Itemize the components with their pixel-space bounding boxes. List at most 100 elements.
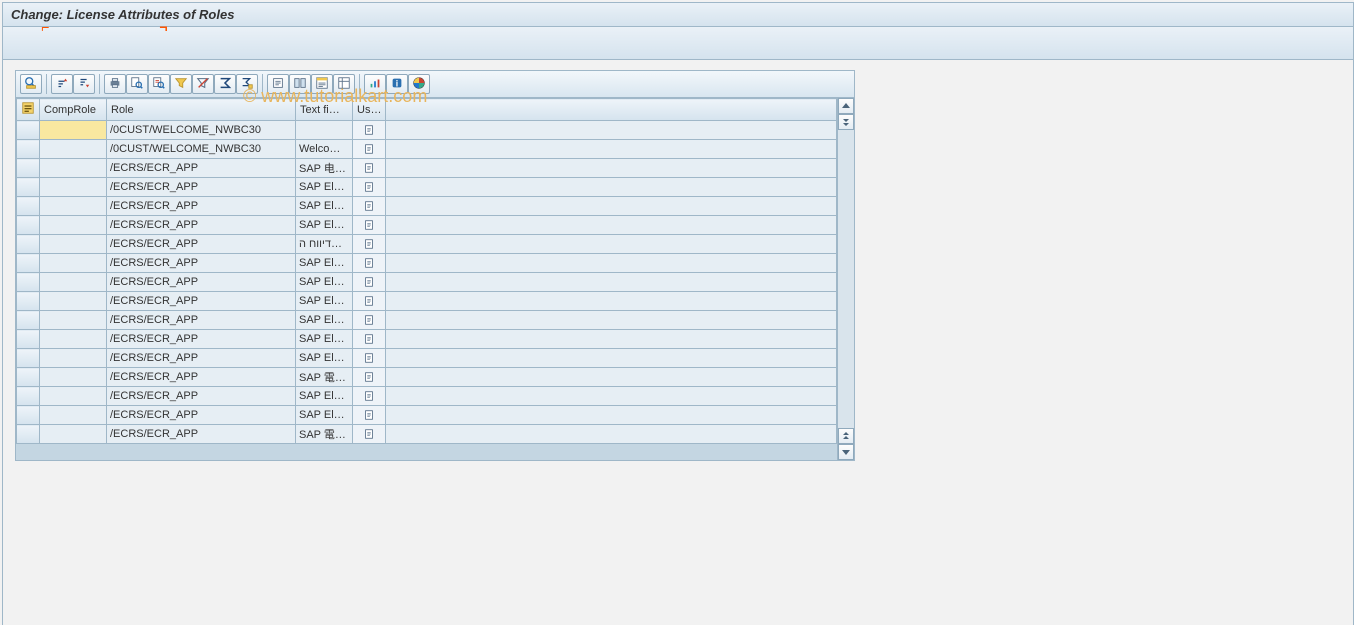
cell-comprole[interactable] <box>40 216 107 235</box>
cell-comprole[interactable] <box>40 406 107 425</box>
cell-role[interactable] <box>107 254 296 273</box>
role-input[interactable] <box>107 235 295 253</box>
select-layout-button[interactable] <box>311 74 333 94</box>
comprole-input[interactable] <box>40 311 106 329</box>
views-button[interactable] <box>289 74 311 94</box>
cell-role[interactable] <box>107 273 296 292</box>
cell-us[interactable] <box>353 406 386 425</box>
scroll-page-up-button[interactable] <box>838 114 854 130</box>
cell-comprole[interactable] <box>40 387 107 406</box>
text-input[interactable] <box>296 273 352 291</box>
cell-role[interactable] <box>107 140 296 159</box>
text-input[interactable] <box>296 178 352 196</box>
cell-role[interactable] <box>107 311 296 330</box>
cell-comprole[interactable] <box>40 140 107 159</box>
cell-comprole[interactable] <box>40 368 107 387</box>
scroll-up-button[interactable] <box>838 98 854 114</box>
cell-text[interactable] <box>296 178 353 197</box>
print-button[interactable] <box>104 74 126 94</box>
role-input[interactable] <box>107 406 295 424</box>
cell-us[interactable] <box>353 330 386 349</box>
cell-role[interactable] <box>107 197 296 216</box>
details-button[interactable] <box>20 74 42 94</box>
cell-text[interactable] <box>296 235 353 254</box>
text-input[interactable] <box>296 311 352 329</box>
cell-comprole[interactable] <box>40 178 107 197</box>
filter-button[interactable] <box>192 74 214 94</box>
comprole-input[interactable] <box>40 235 106 253</box>
text-input[interactable] <box>296 121 352 139</box>
cell-text[interactable] <box>296 121 353 140</box>
cell-text[interactable] <box>296 406 353 425</box>
comprole-input[interactable] <box>40 216 106 234</box>
comprole-input[interactable] <box>40 178 106 196</box>
cell-role[interactable] <box>107 178 296 197</box>
cell-role[interactable] <box>107 159 296 178</box>
text-input[interactable] <box>296 387 352 405</box>
row-selector[interactable] <box>17 425 40 444</box>
role-input[interactable] <box>107 197 295 215</box>
cell-text[interactable] <box>296 368 353 387</box>
cell-comprole[interactable] <box>40 121 107 140</box>
cell-text[interactable] <box>296 311 353 330</box>
text-input[interactable] <box>296 140 352 158</box>
cell-us[interactable] <box>353 425 386 444</box>
text-input[interactable] <box>296 235 352 253</box>
text-input[interactable] <box>296 349 352 367</box>
cell-text[interactable] <box>296 140 353 159</box>
role-input[interactable] <box>107 311 295 329</box>
find-next-button[interactable] <box>148 74 170 94</box>
row-selector[interactable] <box>17 178 40 197</box>
cell-us[interactable] <box>353 235 386 254</box>
row-selector[interactable] <box>17 387 40 406</box>
role-input[interactable] <box>107 368 295 386</box>
row-selector[interactable] <box>17 140 40 159</box>
text-input[interactable] <box>296 159 352 177</box>
text-input[interactable] <box>296 368 352 386</box>
total-button[interactable] <box>214 74 236 94</box>
text-input[interactable] <box>296 254 352 272</box>
scroll-page-down-button[interactable] <box>838 428 854 444</box>
cell-text[interactable] <box>296 330 353 349</box>
cell-role[interactable] <box>107 121 296 140</box>
find-button[interactable] <box>126 74 148 94</box>
text-input[interactable] <box>296 292 352 310</box>
cell-comprole[interactable] <box>40 349 107 368</box>
comprole-input[interactable] <box>40 159 106 177</box>
cell-text[interactable] <box>296 387 353 406</box>
cell-us[interactable] <box>353 254 386 273</box>
comprole-input[interactable] <box>40 121 106 139</box>
row-selector[interactable] <box>17 254 40 273</box>
cell-us[interactable] <box>353 197 386 216</box>
scroll-down-button[interactable] <box>838 444 854 460</box>
role-input[interactable] <box>107 254 295 272</box>
row-selector[interactable] <box>17 292 40 311</box>
text-input[interactable] <box>296 406 352 424</box>
cell-us[interactable] <box>353 121 386 140</box>
text-input[interactable] <box>296 425 352 443</box>
cell-us[interactable] <box>353 178 386 197</box>
cell-role[interactable] <box>107 387 296 406</box>
sort-asc-button[interactable] <box>51 74 73 94</box>
cell-us[interactable] <box>353 159 386 178</box>
corner-cell[interactable] <box>17 99 40 121</box>
vertical-scrollbar[interactable] <box>837 98 854 460</box>
cell-us[interactable] <box>353 216 386 235</box>
row-selector[interactable] <box>17 368 40 387</box>
comprole-input[interactable] <box>40 292 106 310</box>
comprole-input[interactable] <box>40 425 106 443</box>
cell-comprole[interactable] <box>40 273 107 292</box>
cell-role[interactable] <box>107 235 296 254</box>
role-input[interactable] <box>107 159 295 177</box>
cell-us[interactable] <box>353 368 386 387</box>
cell-us[interactable] <box>353 273 386 292</box>
cell-comprole[interactable] <box>40 235 107 254</box>
cell-text[interactable] <box>296 216 353 235</box>
role-input[interactable] <box>107 216 295 234</box>
set-filter-button[interactable] <box>170 74 192 94</box>
cell-role[interactable] <box>107 425 296 444</box>
row-selector[interactable] <box>17 197 40 216</box>
cell-us[interactable] <box>353 387 386 406</box>
role-input[interactable] <box>107 292 295 310</box>
col-header-us[interactable]: Us… <box>353 99 386 121</box>
